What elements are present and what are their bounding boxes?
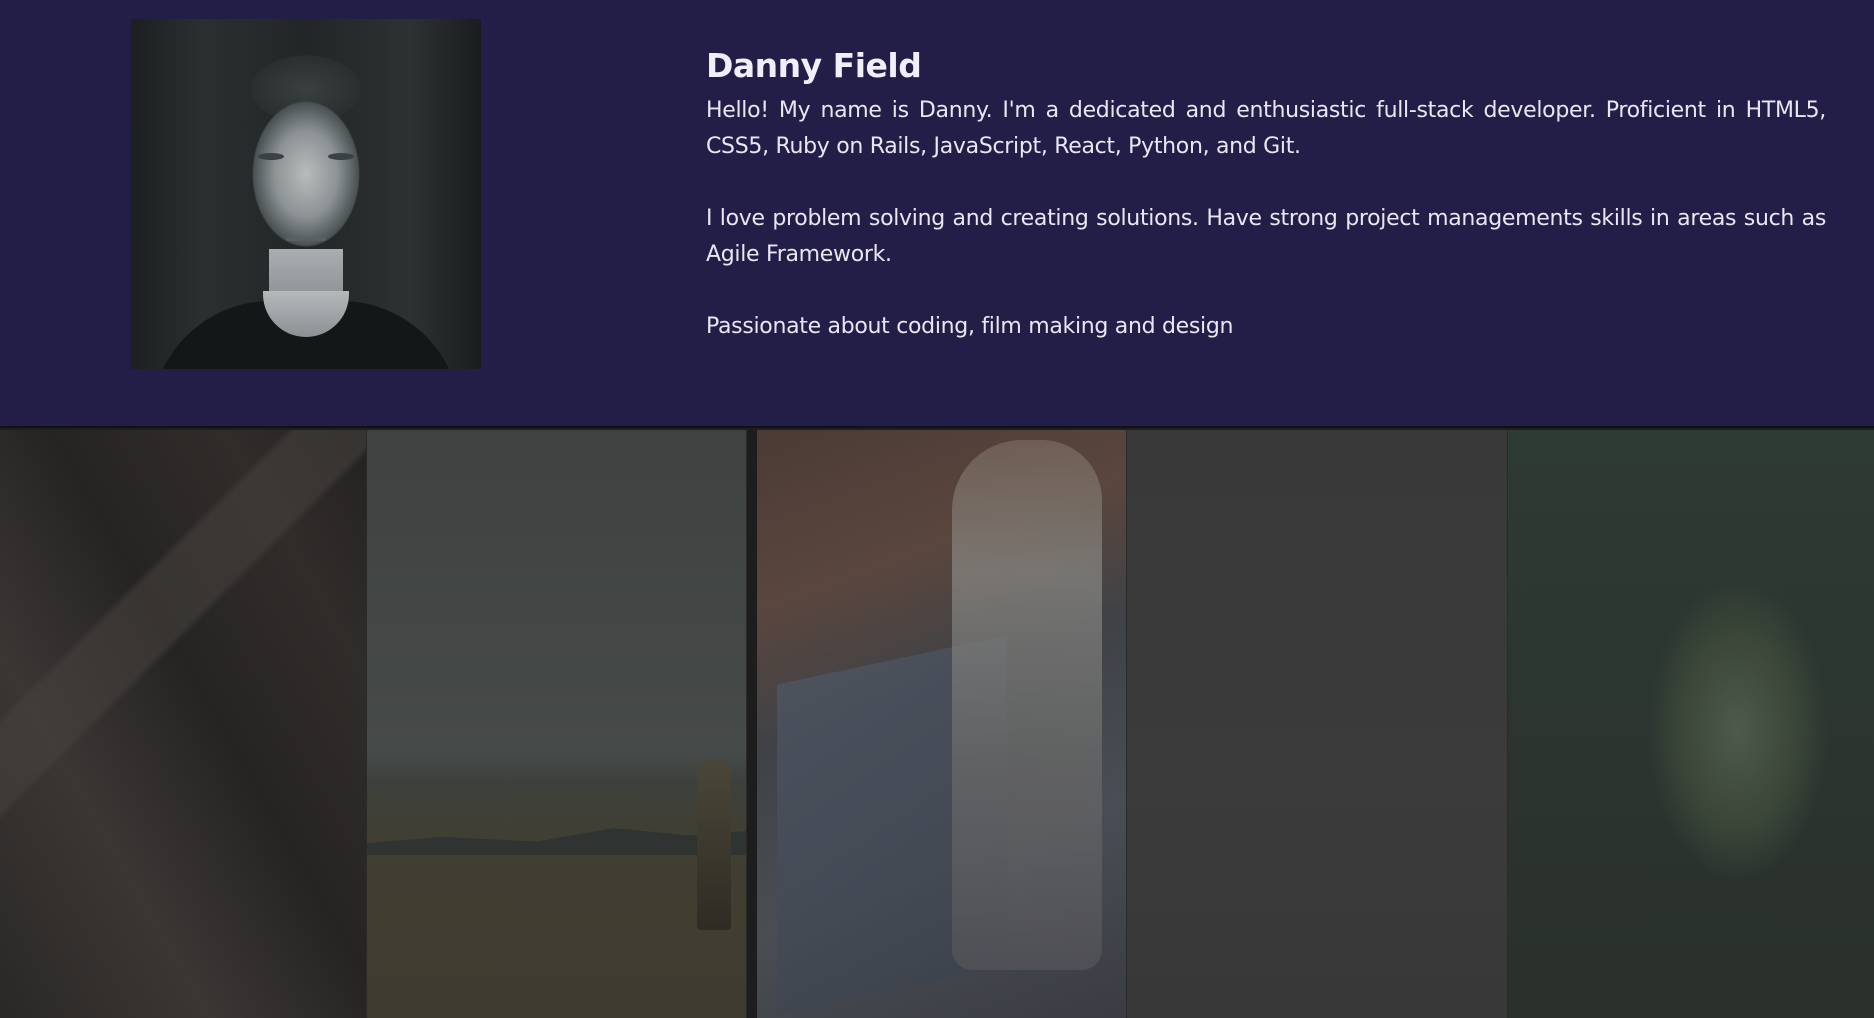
profile-photo bbox=[131, 19, 481, 369]
bio-paragraph-passions: Passionate about coding, film making and… bbox=[706, 314, 1234, 339]
project-gallery bbox=[0, 430, 1874, 1018]
profile-header: Danny Field Hello! My name is Danny. I'm… bbox=[0, 0, 1874, 428]
bio-section: Danny Field Hello! My name is Danny. I'm… bbox=[706, 46, 1826, 381]
gallery-divider bbox=[747, 430, 757, 1018]
tile-figure bbox=[697, 760, 731, 930]
bio-paragraph-intro: Hello! My name is Danny. I'm a dedicated… bbox=[706, 98, 1826, 159]
project-tile-4[interactable] bbox=[1127, 430, 1508, 1018]
project-tile-3[interactable] bbox=[757, 430, 1127, 1018]
profile-name: Danny Field bbox=[706, 46, 922, 85]
bio-paragraph-skills: I love problem solving and creating solu… bbox=[706, 206, 1826, 267]
photo-mouth bbox=[286, 237, 326, 241]
photo-eyes bbox=[258, 153, 354, 161]
project-tile-5[interactable] bbox=[1508, 430, 1874, 1018]
tile-person bbox=[952, 440, 1102, 970]
project-tile-2[interactable] bbox=[367, 430, 747, 1018]
project-tile-1[interactable] bbox=[0, 430, 367, 1018]
tile-hills bbox=[367, 828, 746, 855]
